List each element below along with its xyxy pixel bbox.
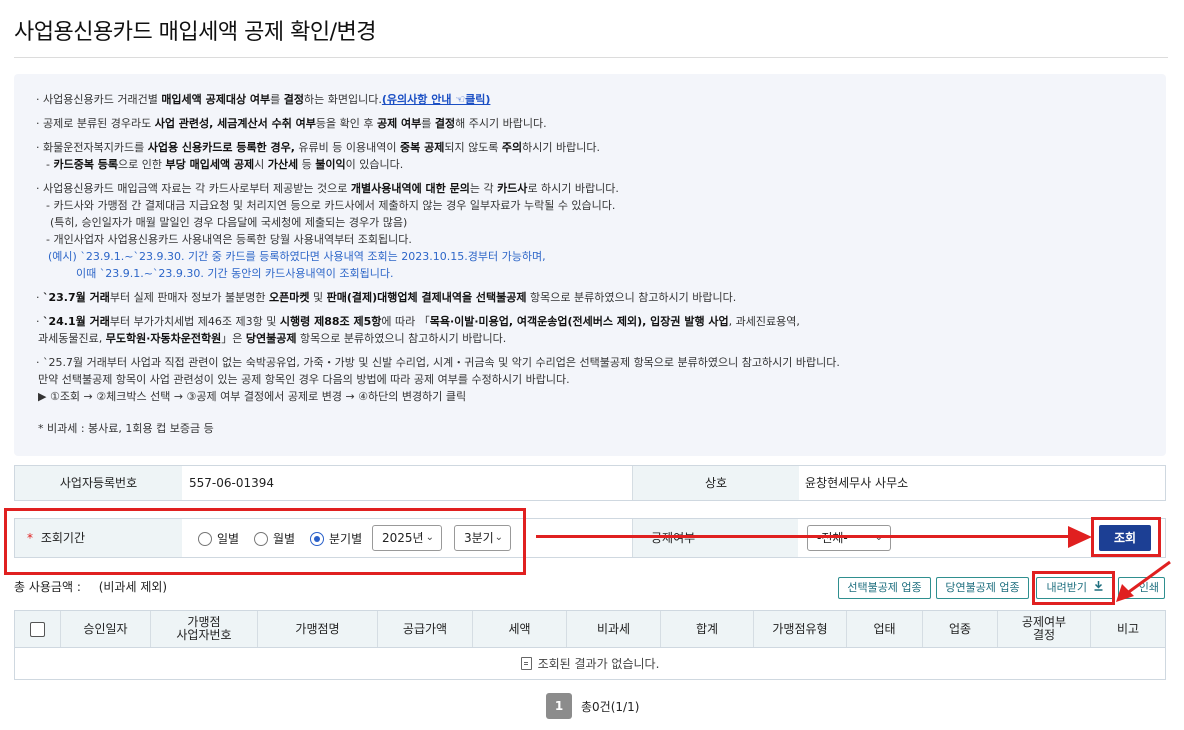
col-industry[interactable]: 업종 [923, 611, 998, 647]
auto-nondeduct-button[interactable]: 당연불공제 업종 [936, 577, 1029, 599]
col-approval-date[interactable]: 승인일자 [61, 611, 151, 647]
notice-line-3: · 화물운전자복지카드를 사업용 신용카드로 등록한 경우, 유류비 등 이용내… [36, 141, 601, 154]
notice-line-15: 만약 선택불공제 항목이 사업 관련성이 있는 공제 항목인 경우 다음의 방법… [38, 373, 570, 386]
notice-line-9: (예시) `23.9.1.~`23.9.30. 기간 중 카드를 등록하였다면 … [48, 250, 546, 263]
annotation-box-search [1091, 517, 1161, 557]
notice-line-17: * 비과세 : 봉사료, 1회용 컵 보증금 등 [38, 422, 214, 435]
notice-line-10: 이때 `23.9.1.~`23.9.30. 기간 동안의 카드사용내역이 조회됩… [76, 267, 394, 280]
notice-line-13: 과세동물진료, 무도학원·자동차운전학원」은 당연불공제 항목으로 분류하였으니… [38, 332, 507, 345]
col-merchant-biz-no[interactable]: 가맹점 사업자번호 [151, 611, 258, 647]
notice-line-2: · 공제로 분류된 경우라도 사업 관련성, 세금계산서 수취 여부등을 확인 … [36, 117, 547, 130]
notice-line-14: · `25.7월 거래부터 사업과 직접 관련이 없는 숙박공유업, 가죽・가방… [36, 356, 840, 369]
total-amount: 총 사용금액 : (비과세 제외) [14, 578, 167, 595]
col-deduct-decision[interactable]: 공제여부 결정 [998, 611, 1091, 647]
reg-number-label: 사업자등록번호 [15, 466, 182, 500]
notice-line-4: - 카드중복 등록으로 인한 부당 매입세액 공제시 가산세 등 불이익이 있습… [46, 158, 404, 171]
notice-line-7: (특히, 승인일자가 매월 말일인 경우 다음달에 국세청에 제출되는 경우가 … [50, 216, 408, 229]
select-nondeduct-button[interactable]: 선택불공제 업종 [838, 577, 931, 599]
result-table: 승인일자 가맹점 사업자번호 가맹점명 공급가액 세액 비과세 합계 가맹점유형… [14, 610, 1166, 680]
total-note: (비과세 제외) [98, 580, 168, 594]
annotation-arrow-to-search [536, 535, 1074, 538]
col-nontaxable[interactable]: 비과세 [567, 611, 661, 647]
notice-line-11: · `23.7월 거래부터 실제 판매자 정보가 불분명한 오픈마켓 및 판매(… [36, 291, 737, 304]
title-divider [14, 57, 1168, 58]
document-icon [520, 657, 532, 670]
notice-line-5: · 사업용신용카드 매입금액 자료는 각 카드사로부터 제공받는 것으로 개별사… [36, 182, 619, 195]
notice-line-12: · `24.1월 거래부터 부가가치세법 제46조 제3항 및 시행령 제88조… [36, 315, 800, 328]
annotation-arrow-to-download [1116, 560, 1171, 602]
annotation-box-period [4, 508, 526, 575]
notice-line-8: - 개인사업자 사업용신용카드 사용내역은 등록한 당월 사용내역부터 조회됩니… [46, 233, 412, 246]
deduct-select-value: -전체- [817, 531, 848, 545]
annotation-arrowhead-right [1068, 526, 1092, 548]
deduct-select[interactable]: -전체- ⌄ [807, 525, 891, 551]
reg-number-value: 557-06-01394 [189, 476, 275, 490]
col-tax[interactable]: 세액 [473, 611, 567, 647]
notice-line-6: - 카드사와 가맹점 간 결제대금 지급요청 및 처리지연 등으로 카드사에서 … [46, 199, 616, 212]
page-info: 총0건(1/1) [581, 700, 640, 714]
company-name-value: 윤창현세무사 사무소 [805, 476, 909, 490]
col-merchant-type[interactable]: 가맹점유형 [754, 611, 847, 647]
select-all-checkbox[interactable] [30, 621, 45, 637]
col-business-type[interactable]: 업태 [847, 611, 923, 647]
page-button-1[interactable]: 1 [546, 693, 572, 719]
notice-line-1: · 사업용신용카드 거래건별 매입세액 공제대상 여부를 결정하는 화면입니다.… [36, 93, 491, 106]
col-supply-amount[interactable]: 공급가액 [378, 611, 473, 647]
select-all-cell [15, 611, 61, 647]
caution-guide-link[interactable]: (유의사항 안내 ☜클릭) [382, 93, 491, 106]
col-total[interactable]: 합계 [661, 611, 754, 647]
col-remarks[interactable]: 비고 [1091, 611, 1165, 647]
table-header: 승인일자 가맹점 사업자번호 가맹점명 공급가액 세액 비과세 합계 가맹점유형… [15, 611, 1165, 648]
company-name-label: 상호 [632, 466, 799, 500]
page-title: 사업용신용카드 매입세액 공제 확인/변경 [14, 20, 376, 45]
empty-result-message: 조회된 결과가 없습니다. [15, 648, 1165, 680]
deduct-label: 공제여부 [632, 519, 798, 557]
total-label: 총 사용금액 : [14, 580, 81, 594]
notice-line-16: ▶ ①조회 → ②체크박스 선택 → ③공제 여부 결정에서 공제로 변경 → … [38, 390, 467, 403]
col-merchant-name[interactable]: 가맹점명 [258, 611, 378, 647]
business-info-row: 사업자등록번호 557-06-01394 상호 윤창현세무사 사무소 [14, 465, 1166, 501]
annotation-box-download [1032, 571, 1115, 605]
empty-text: 조회된 결과가 없습니다. [537, 657, 660, 671]
chevron-down-icon: ⌄ [875, 526, 883, 550]
notice-panel: · 사업용신용카드 거래건별 매입세액 공제대상 여부를 결정하는 화면입니다.… [14, 74, 1166, 456]
